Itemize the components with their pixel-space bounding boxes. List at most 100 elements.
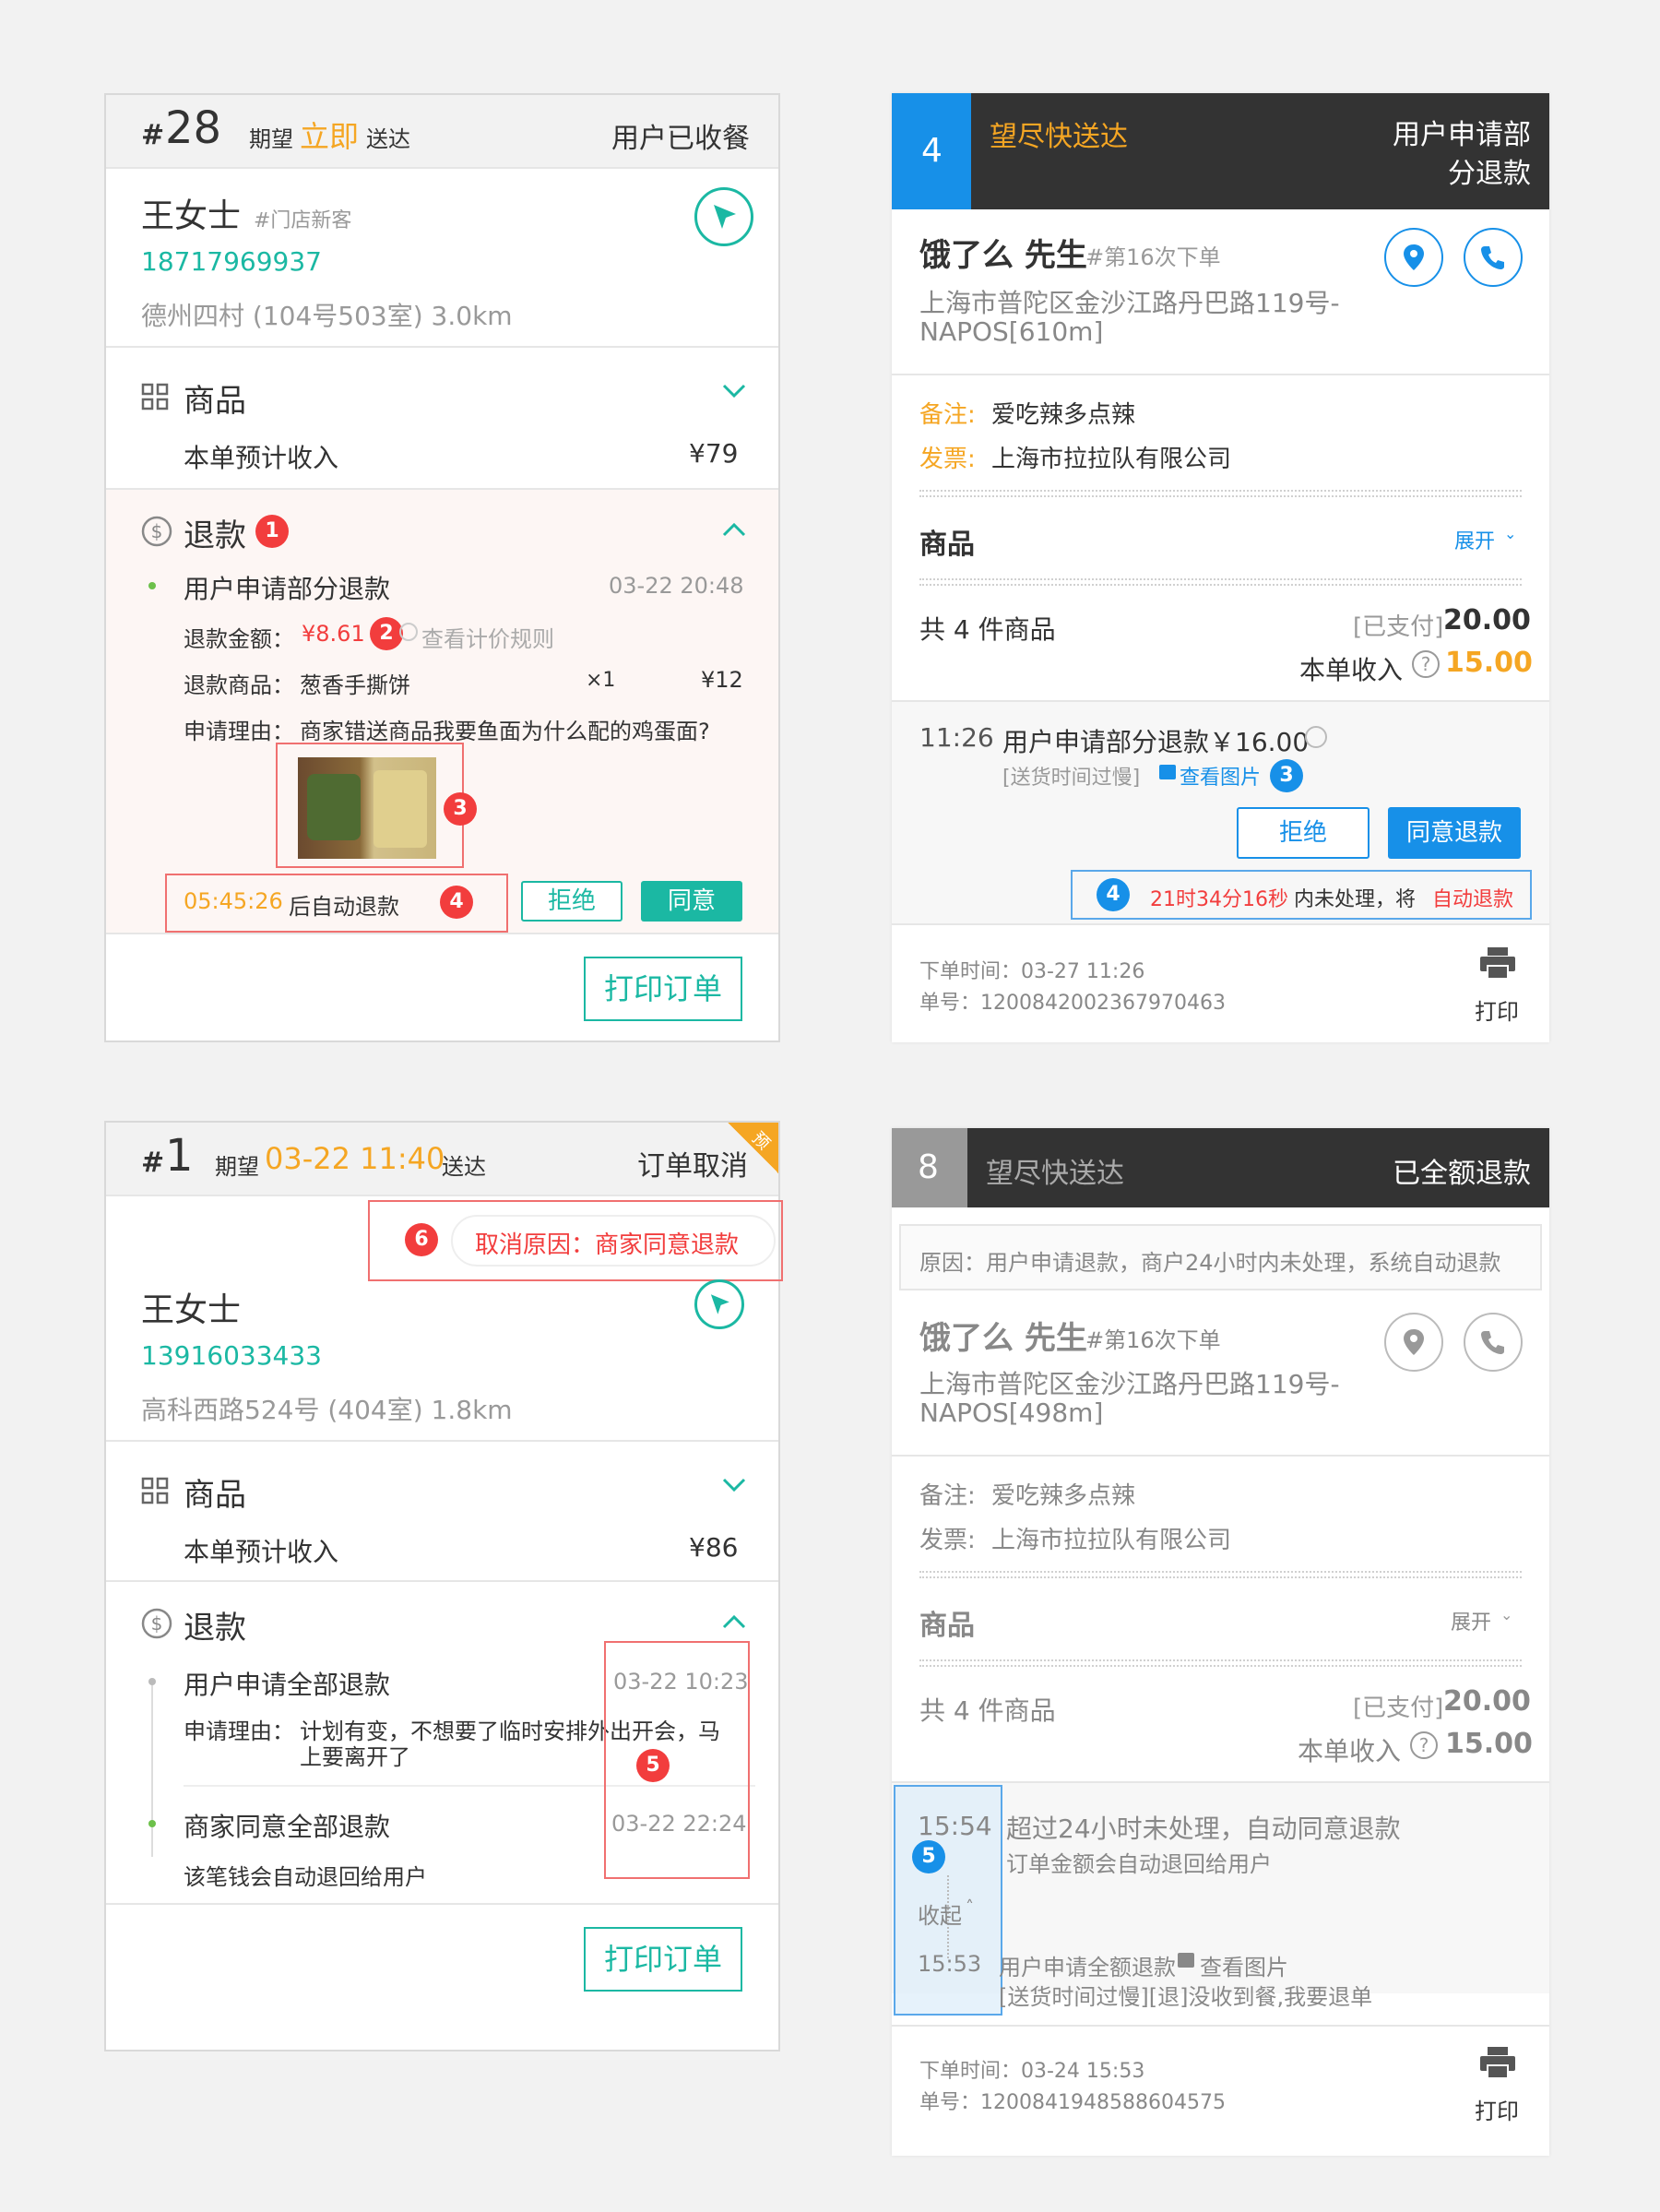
- order-number-text: 单号：1200842002367970463: [919, 992, 1226, 1015]
- view-image-link[interactable]: 查看图片: [1180, 761, 1261, 791]
- annotation-badge-6: 6: [405, 1223, 438, 1256]
- help-icon[interactable]: ?: [1410, 1731, 1438, 1759]
- goods-count: 共 4 件商品: [919, 1695, 1056, 1726]
- customer-name: 王女士: [141, 197, 242, 235]
- expect-label: 期望: [249, 126, 293, 152]
- event-1-text: 超过24小时未处理，自动同意退款: [1006, 1814, 1401, 1844]
- countdown-auto: 自动退款: [1432, 888, 1514, 911]
- order-number: 28: [165, 102, 222, 154]
- income-amount: 15.00: [1445, 1728, 1533, 1760]
- reason-label: 申请理由：: [184, 719, 294, 744]
- income-value: ¥86: [689, 1532, 739, 1563]
- collapse-link[interactable]: 收起: [918, 1897, 962, 1930]
- navigate-button[interactable]: [694, 1279, 744, 1329]
- expect-time: 立即: [300, 119, 360, 154]
- view-image-link[interactable]: 查看图片: [1200, 1949, 1288, 1981]
- reject-button[interactable]: 拒绝: [1237, 807, 1370, 859]
- note-text: 爱吃辣多点辣: [991, 401, 1136, 429]
- chevron-up-icon[interactable]: [722, 521, 746, 541]
- address-line-1: 上海市普陀区金沙江路丹巴路119号-: [919, 1369, 1340, 1399]
- location-button[interactable]: [1384, 228, 1443, 287]
- grid-icon: [141, 1477, 169, 1504]
- income-label: 本单预计收入: [184, 443, 339, 473]
- agree-button[interactable]: 同意: [641, 881, 742, 922]
- note-text: 爱吃辣多点辣: [991, 1482, 1136, 1510]
- annotation-badge-4: 4: [440, 886, 473, 919]
- address-line-2: NAPOS[610m]: [919, 316, 1104, 347]
- invoice-label: 发票:: [919, 1527, 976, 1554]
- order-number: 8: [918, 1148, 939, 1186]
- expand-link[interactable]: 展开: [1451, 1606, 1491, 1635]
- print-label[interactable]: 打印: [1475, 2093, 1519, 2125]
- pricing-rule-link[interactable]: 查看计价规则: [421, 621, 554, 653]
- paid-amount: 20.00: [1443, 604, 1531, 636]
- system-reason: 原因：用户申请退款，商户24小时内未处理，系统自动退款: [919, 1250, 1501, 1276]
- chevron-up-icon[interactable]: [722, 1613, 746, 1634]
- countdown-suffix: 后自动退款: [289, 894, 399, 920]
- event-2-time: 15:53: [918, 1951, 982, 1977]
- countdown-red: 21时34分16秒: [1150, 888, 1288, 911]
- event-text: 用户申请部分退款￥16.00: [1002, 727, 1310, 757]
- agree-refund-button[interactable]: 同意退款: [1388, 807, 1521, 859]
- refund-amount: ¥8.61: [302, 621, 365, 647]
- customer-name: 饿了么 先生: [919, 237, 1087, 274]
- order-status-l2: 分退款: [1448, 158, 1531, 190]
- help-icon[interactable]: ?: [1412, 650, 1440, 678]
- print-label[interactable]: 打印: [1475, 993, 1519, 1026]
- print-order-button[interactable]: 打印订单: [584, 1927, 742, 1992]
- refund-amount-label: 退款金额：: [184, 626, 294, 652]
- phone-icon: [1481, 1331, 1504, 1354]
- order-number: 1: [165, 1130, 194, 1182]
- chevron-up-icon: ˄: [966, 1897, 974, 1917]
- chevron-down-icon[interactable]: [722, 383, 746, 403]
- call-button[interactable]: [1464, 228, 1523, 287]
- order-number-prefix: #: [141, 1147, 165, 1179]
- income-label: 本单收入: [1299, 655, 1404, 685]
- grid-icon: [141, 383, 169, 410]
- income-value: ¥79: [689, 438, 739, 469]
- annotation-badge-5: 5: [636, 1749, 670, 1782]
- refund-event-time: 03-22 20:48: [609, 573, 744, 599]
- customer-tag: #第16次下单: [1085, 1327, 1221, 1353]
- customer-tag: #第16次下单: [1085, 244, 1221, 270]
- chevron-down-icon: ⌄: [1500, 1606, 1513, 1623]
- goods-title: 商品: [919, 529, 975, 561]
- chevron-down-icon[interactable]: [722, 1477, 746, 1497]
- refund-event-2-sub: 该笔钱会自动退回给用户: [184, 1864, 427, 1890]
- countdown-mid: 内未处理，将: [1294, 888, 1417, 911]
- location-button[interactable]: [1384, 1313, 1443, 1372]
- customer-phone[interactable]: 13916033433: [141, 1340, 322, 1371]
- printer-icon[interactable]: [1478, 2045, 1517, 2084]
- image-icon: [1178, 1953, 1194, 1968]
- income-label: 本单收入: [1298, 1736, 1402, 1766]
- event-1-time: 15:54: [918, 1811, 992, 1841]
- printer-icon[interactable]: [1478, 945, 1517, 984]
- event-time: 11:26: [919, 722, 994, 753]
- customer-phone[interactable]: 18717969937: [141, 246, 322, 277]
- navigation-arrow-icon: [714, 205, 736, 229]
- customer-tag: #门店新客: [254, 209, 352, 232]
- reject-button[interactable]: 拒绝: [521, 881, 622, 922]
- refund-title: 退款: [184, 517, 246, 554]
- svg-text:$: $: [151, 520, 163, 542]
- annotation-badge-1: 1: [255, 515, 289, 548]
- reason-label: 申请理由：: [184, 1718, 294, 1744]
- order-card-8: 8 望尽快送达 已全额退款 原因：用户申请退款，商户24小时内未处理，系统自动退…: [892, 1128, 1549, 2156]
- expand-link[interactable]: 展开: [1454, 525, 1495, 554]
- order-time: 下单时间：03-27 11:26: [919, 960, 1145, 983]
- timeline-dot-green: [148, 1820, 156, 1827]
- order-status-l1: 用户申请部: [1393, 119, 1531, 151]
- image-icon: [1159, 765, 1176, 779]
- call-button[interactable]: [1464, 1313, 1523, 1372]
- order-card-1: # 1 期望 03-22 11:40 送达 订单取消 预 6 取消原因：商家同意…: [104, 1121, 783, 2051]
- help-icon: [1305, 726, 1327, 748]
- location-pin-icon: [1404, 1329, 1424, 1355]
- navigate-button[interactable]: [694, 187, 753, 246]
- print-order-button[interactable]: 打印订单: [584, 957, 742, 1021]
- refund-event-2: 商家同意全部退款: [184, 1812, 391, 1842]
- chevron-down-icon: ⌄: [1504, 525, 1517, 542]
- phone-icon: [1481, 246, 1504, 269]
- cancel-reason: 取消原因：商家同意退款: [475, 1231, 740, 1259]
- refund-photo[interactable]: [298, 757, 436, 859]
- order-time: 下单时间：03-24 15:53: [919, 2060, 1145, 2083]
